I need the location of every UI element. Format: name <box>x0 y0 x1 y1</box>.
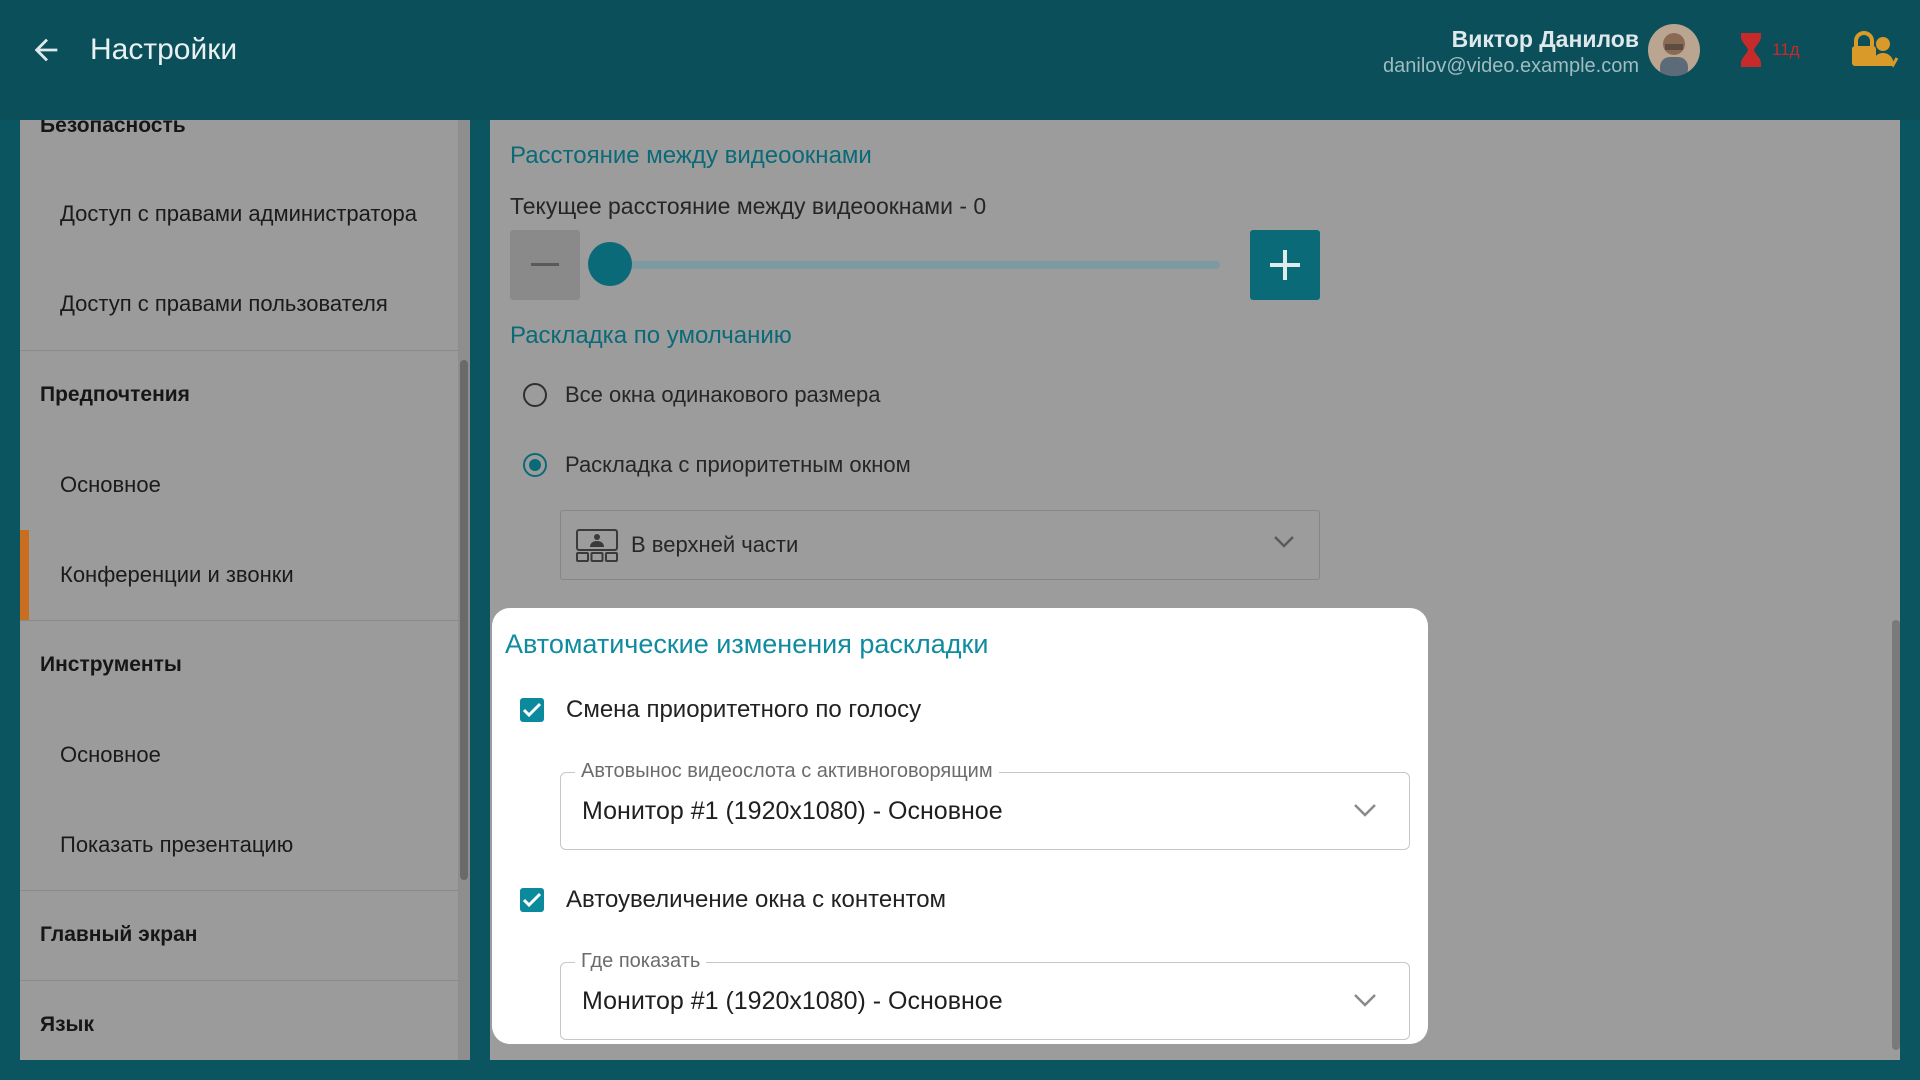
auto-layout-title: Автоматические изменения раскладки <box>505 629 989 659</box>
where-show-value: Монитор #1 (1920x1080) - Основное <box>582 987 1003 1015</box>
timer-text: 11д <box>1772 40 1800 59</box>
sidebar-item-user-access[interactable]: Доступ с правами пользователя <box>60 291 388 317</box>
content-zoom-checkbox[interactable] <box>520 888 544 912</box>
speaker-monitor-legend: Автовынос видеослота с активноговорящим <box>575 760 999 783</box>
priority-top-layout-icon <box>576 529 618 562</box>
sidebar-item-preferences-general[interactable]: Основное <box>60 472 161 498</box>
auto-layout-card: Автоматические изменения раскладки Смена… <box>492 608 1428 1044</box>
voice-switch-checkbox[interactable] <box>520 698 544 722</box>
priority-position-value: В верхней части <box>631 532 799 557</box>
priority-position-select[interactable]: В верхней части <box>560 510 1320 580</box>
sidebar-divider <box>20 980 460 981</box>
avatar-image <box>1648 24 1700 76</box>
arrow-left-icon <box>34 38 58 62</box>
sidebar-section-main-screen[interactable]: Главный экран <box>40 923 197 947</box>
back-button[interactable] <box>24 28 68 72</box>
chevron-down-icon <box>1274 536 1294 548</box>
radio-priority-window-label[interactable]: Раскладка с приоритетным окном <box>565 452 911 478</box>
sidebar-divider <box>20 890 460 891</box>
sidebar-section-tools[interactable]: Инструменты <box>40 653 182 677</box>
spacing-slider-thumb[interactable] <box>588 242 632 286</box>
sidebar-section-language[interactable]: Язык <box>40 1013 94 1037</box>
settings-sidebar: Безопасность Доступ с правами администра… <box>20 120 470 1060</box>
top-app-bar: Настройки Виктор Данилов danilov@video.e… <box>0 0 1920 120</box>
where-show-legend: Где показать <box>575 950 707 973</box>
checkmark-icon <box>522 892 542 908</box>
spacing-current-text: Текущее расстояние между видеоокнами - 0 <box>510 193 987 219</box>
avatar[interactable] <box>1648 24 1700 76</box>
sidebar-scrollbar-thumb[interactable] <box>460 360 468 880</box>
radio-priority-window[interactable] <box>523 453 547 477</box>
lock-user-button[interactable] <box>1850 30 1899 70</box>
radio-equal-size-label[interactable]: Все окна одинакового размера <box>565 382 880 408</box>
spacing-slider-track[interactable] <box>606 261 1220 269</box>
radio-equal-size[interactable] <box>523 383 547 407</box>
speaker-monitor-select[interactable]: Автовынос видеослота с активноговорящим … <box>560 760 1410 850</box>
license-timer[interactable]: 11д <box>1740 28 1860 72</box>
chevron-down-icon <box>1354 804 1376 817</box>
plus-icon <box>1270 250 1300 280</box>
content-zoom-label[interactable]: Автоувеличение окна с контентом <box>566 886 946 914</box>
default-layout-heading: Раскладка по умолчанию <box>510 322 792 349</box>
voice-switch-label[interactable]: Смена приоритетного по голосу <box>566 696 921 724</box>
spacing-heading: Расстояние между видеоокнами <box>510 142 872 169</box>
page-title: Настройки <box>90 33 238 66</box>
increase-spacing-button[interactable] <box>1250 230 1320 300</box>
sidebar-divider <box>20 620 460 621</box>
minus-icon <box>531 263 559 266</box>
sidebar-section-preferences[interactable]: Предпочтения <box>40 383 190 407</box>
checkmark-icon <box>522 702 542 718</box>
hourglass-icon <box>1741 33 1761 67</box>
sidebar-item-tools-general[interactable]: Основное <box>60 742 161 768</box>
sidebar-item-show-presentation[interactable]: Показать презентацию <box>60 832 293 858</box>
sidebar-section-security[interactable]: Безопасность <box>40 120 186 138</box>
sidebar-divider <box>20 350 460 351</box>
chevron-down-icon <box>1354 994 1376 1007</box>
lock-user-icon <box>1852 31 1899 68</box>
speaker-monitor-value: Монитор #1 (1920x1080) - Основное <box>582 797 1003 825</box>
sidebar-item-admin-access[interactable]: Доступ с правами администратора <box>60 201 417 227</box>
content-scrollbar-thumb[interactable] <box>1892 620 1900 1050</box>
user-name: Виктор Данилов <box>1451 26 1639 52</box>
active-item-marker <box>20 530 29 620</box>
user-info: Виктор Данилов danilov@video.example.com <box>1383 25 1639 79</box>
sidebar-item-conferences-calls[interactable]: Конференции и звонки <box>60 562 294 588</box>
where-show-select[interactable]: Где показать Монитор #1 (1920x1080) - Ос… <box>560 950 1410 1040</box>
decrease-spacing-button[interactable] <box>510 230 580 300</box>
user-email: danilov@video.example.com <box>1383 55 1639 77</box>
